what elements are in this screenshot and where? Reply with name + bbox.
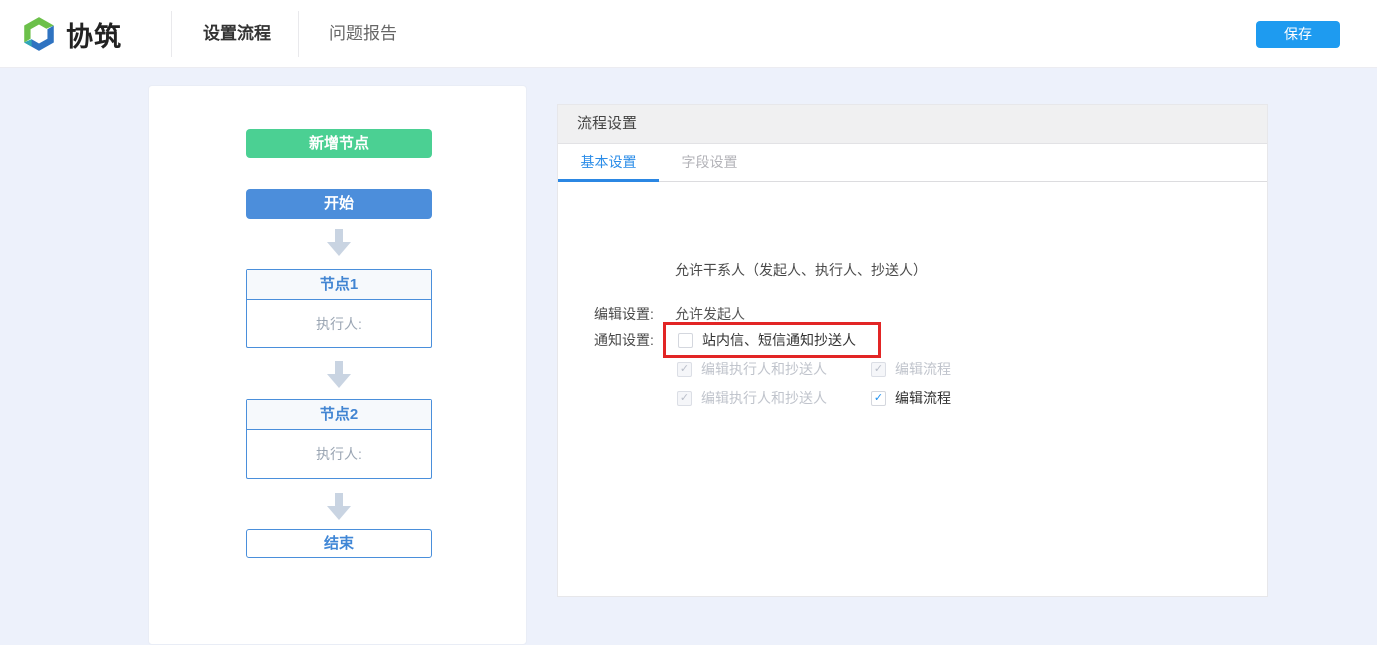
flow-diagram-panel: 新增节点 开始 节点1 执行人: 节点2 执行人: 结束 <box>148 85 527 645</box>
stakeholder-options-row: ✓ 编辑执行人和抄送人 ✓ 编辑流程 <box>677 389 951 407</box>
allow-stakeholders-label: 允许干系人（发起人、执行人、抄送人） <box>675 261 927 279</box>
red-highlight-box: ✓ 站内信、短信通知抄送人 <box>663 322 881 358</box>
edit-settings-label: 编辑设置: <box>594 305 654 323</box>
header-divider <box>171 11 172 57</box>
settings-tabs: 基本设置 字段设置 <box>558 144 1267 182</box>
checkbox-label: 编辑执行人和抄送人 <box>701 389 827 407</box>
tab-basic-settings[interactable]: 基本设置 <box>558 144 659 182</box>
checkbox-label[interactable]: 编辑流程 <box>895 389 951 407</box>
arrow-down-icon <box>315 229 363 257</box>
node-executor-label: 执行人: <box>247 300 431 347</box>
checkbox-notify-cc[interactable]: ✓ <box>678 333 693 348</box>
header-divider <box>298 11 299 57</box>
tab-field-settings[interactable]: 字段设置 <box>659 144 760 182</box>
add-node-button[interactable]: 新增节点 <box>246 129 432 158</box>
initiator-options-row: ✓ 编辑执行人和抄送人 ✓ 编辑流程 <box>677 360 951 378</box>
node-title: 节点1 <box>247 270 431 300</box>
save-button[interactable]: 保存 <box>1256 21 1340 48</box>
checkbox-edit-executors-cc-disabled: ✓ <box>677 362 692 377</box>
arrow-down-icon <box>315 361 363 389</box>
panel-title: 流程设置 <box>558 105 1267 144</box>
end-node[interactable]: 结束 <box>246 529 432 558</box>
checkbox-edit-flow-disabled: ✓ <box>871 362 886 377</box>
node-executor-label: 执行人: <box>247 430 431 478</box>
nav-item-issue-report[interactable]: 问题报告 <box>302 0 424 68</box>
top-header: 协筑 设置流程 问题报告 保存 <box>0 0 1377 68</box>
notify-settings-label: 通知设置: <box>594 331 654 349</box>
checkbox-edit-executors-cc-disabled: ✓ <box>677 391 692 406</box>
arrow-down-icon <box>315 493 363 521</box>
checkbox-edit-flow[interactable]: ✓ <box>871 391 886 406</box>
brand[interactable]: 协筑 <box>20 14 122 54</box>
brand-logo-icon <box>20 14 58 54</box>
brand-name: 协筑 <box>66 15 122 54</box>
start-node-button[interactable]: 开始 <box>246 189 432 219</box>
checkbox-label: 编辑流程 <box>895 360 951 378</box>
flow-settings-panel: 流程设置 基本设置 字段设置 编辑设置: 允许发起人 ✓ 编辑执行人和抄送人 ✓… <box>557 104 1268 597</box>
nav-item-setup-flow[interactable]: 设置流程 <box>176 0 298 68</box>
allow-initiator-label: 允许发起人 <box>675 305 745 323</box>
flow-node-2[interactable]: 节点2 执行人: <box>246 399 432 479</box>
flow-node-1[interactable]: 节点1 执行人: <box>246 269 432 348</box>
node-title: 节点2 <box>247 400 431 430</box>
checkbox-label: 编辑执行人和抄送人 <box>701 360 827 378</box>
checkbox-label[interactable]: 站内信、短信通知抄送人 <box>702 330 856 350</box>
